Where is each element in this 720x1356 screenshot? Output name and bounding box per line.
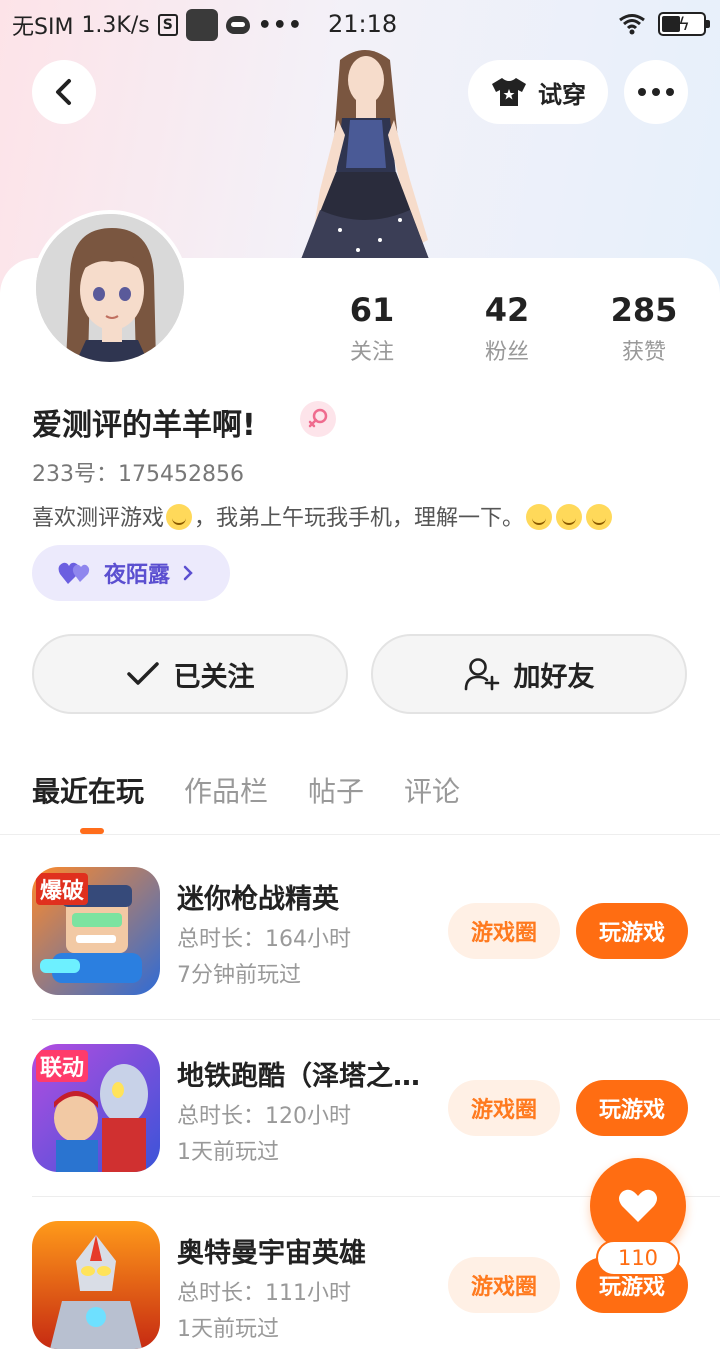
couple-tag-label: 夜陌露	[104, 563, 171, 588]
game-name: 奥特曼宇宙英雄	[177, 1238, 366, 1269]
heart-icon	[619, 1189, 657, 1222]
chevron-right-icon	[183, 565, 193, 581]
game-icon-ultraman-heroes	[32, 1221, 160, 1349]
username: 爱测评的羊羊啊!	[32, 408, 256, 443]
game-circle-button[interactable]: 游戏圈	[448, 1080, 560, 1136]
game-icon-subway-surfers: 联动	[32, 1044, 160, 1172]
profile-tabs: 最近在玩 作品栏 帖子 评论	[32, 770, 460, 810]
add-user-icon	[464, 658, 499, 691]
hearts-icon	[58, 562, 90, 584]
sim-icon: S	[157, 14, 178, 36]
user-id: 233号：175452856	[32, 462, 244, 487]
game-total-duration: 总时长：164小时	[177, 927, 351, 952]
avatar[interactable]	[32, 210, 188, 366]
tabs-divider	[0, 834, 720, 835]
battery-icon: ϟ	[658, 12, 710, 36]
status-bar: 无SIM 1.3K/s S ••• 21:18 ϟ	[0, 0, 720, 50]
stat-following[interactable]: 61 关注	[312, 290, 432, 366]
more-dots-icon	[638, 88, 674, 96]
game-total-duration: 总时长：111小时	[177, 1281, 351, 1306]
try-on-label: 试穿	[538, 80, 586, 109]
tab-comments[interactable]: 评论	[404, 770, 460, 810]
stat-likes[interactable]: 285 获赞	[584, 290, 704, 366]
more-notifications-icon: •••	[257, 12, 303, 38]
followed-label: 已关注	[173, 661, 255, 693]
play-game-button[interactable]: 玩游戏	[576, 903, 688, 959]
followers-label: 粉丝	[484, 340, 529, 365]
try-on-button[interactable]: 试穿	[468, 60, 608, 124]
followed-button[interactable]: 已关注	[32, 634, 348, 714]
smile-emoji-icon	[166, 504, 193, 530]
following-count: 61	[349, 291, 395, 329]
female-gender-icon	[300, 401, 336, 437]
tab-posts[interactable]: 帖子	[308, 770, 364, 810]
add-friend-button[interactable]: 加好友	[371, 634, 687, 714]
couple-tag-button[interactable]: 夜陌露	[32, 545, 230, 601]
add-friend-label: 加好友	[513, 661, 595, 693]
game-list-item[interactable]: 爆破 迷你枪战精英 总时长：164小时 7分钟前玩过 游戏圈 玩游戏	[32, 867, 688, 1043]
play-game-button[interactable]: 玩游戏	[576, 1080, 688, 1136]
following-label: 关注	[349, 340, 394, 365]
carrier-text: 无SIM	[12, 15, 74, 40]
game-last-played: 1天前玩过	[177, 1140, 279, 1165]
bio-text: 喜欢测评游戏	[32, 506, 165, 531]
chevron-left-icon	[56, 79, 71, 105]
game-list-item[interactable]: 联动 地铁跑酷（泽塔之… 总时长：120小时 1天前玩过 游戏圈 玩游戏	[32, 1044, 688, 1220]
game-total-duration: 总时长：120小时	[177, 1104, 351, 1129]
game-last-played: 1天前玩过	[177, 1317, 279, 1342]
app-notification-icon	[185, 9, 218, 41]
stat-followers[interactable]: 42 粉丝	[447, 290, 567, 366]
likes-count: 285	[610, 291, 678, 329]
avatar-portrait	[36, 214, 184, 362]
tab-works[interactable]: 作品栏	[184, 770, 268, 810]
tshirt-icon	[492, 78, 526, 106]
back-button[interactable]	[32, 60, 96, 124]
smile-emoji-icon	[556, 504, 583, 530]
game-list-item[interactable]: 奥特曼宇宙英雄 总时长：111小时 1天前玩过 游戏圈 玩游戏	[32, 1221, 688, 1356]
game-name: 迷你枪战精英	[177, 884, 339, 915]
checkmark-icon	[126, 662, 159, 685]
tab-recently-played[interactable]: 最近在玩	[32, 770, 144, 810]
wifi-icon	[619, 14, 645, 35]
clock: 21:18	[328, 10, 398, 38]
row-divider	[32, 1019, 720, 1020]
followers-count: 42	[484, 291, 530, 329]
game-name: 地铁跑酷（泽塔之…	[177, 1061, 420, 1092]
smile-emoji-icon	[586, 504, 613, 530]
likes-label: 获赞	[621, 340, 666, 365]
game-icon-badge: 爆破	[36, 873, 89, 905]
cat-notification-icon	[225, 16, 250, 34]
game-icon-mini-gunfight: 爆破	[32, 867, 160, 995]
game-last-played: 7分钟前玩过	[177, 963, 301, 988]
like-count-badge: 110	[596, 1240, 680, 1276]
game-icon-badge: 联动	[36, 1050, 89, 1082]
network-speed: 1.3K/s	[81, 12, 150, 38]
smile-emoji-icon	[526, 504, 553, 530]
game-circle-button[interactable]: 游戏圈	[448, 1257, 560, 1313]
user-bio: 喜欢测评游戏 ，我弟上午玩我手机，理解一下。	[32, 500, 614, 532]
bio-text-2: ，我弟上午玩我手机，理解一下。	[194, 506, 525, 531]
more-options-button[interactable]	[624, 60, 688, 124]
game-circle-button[interactable]: 游戏圈	[448, 903, 560, 959]
